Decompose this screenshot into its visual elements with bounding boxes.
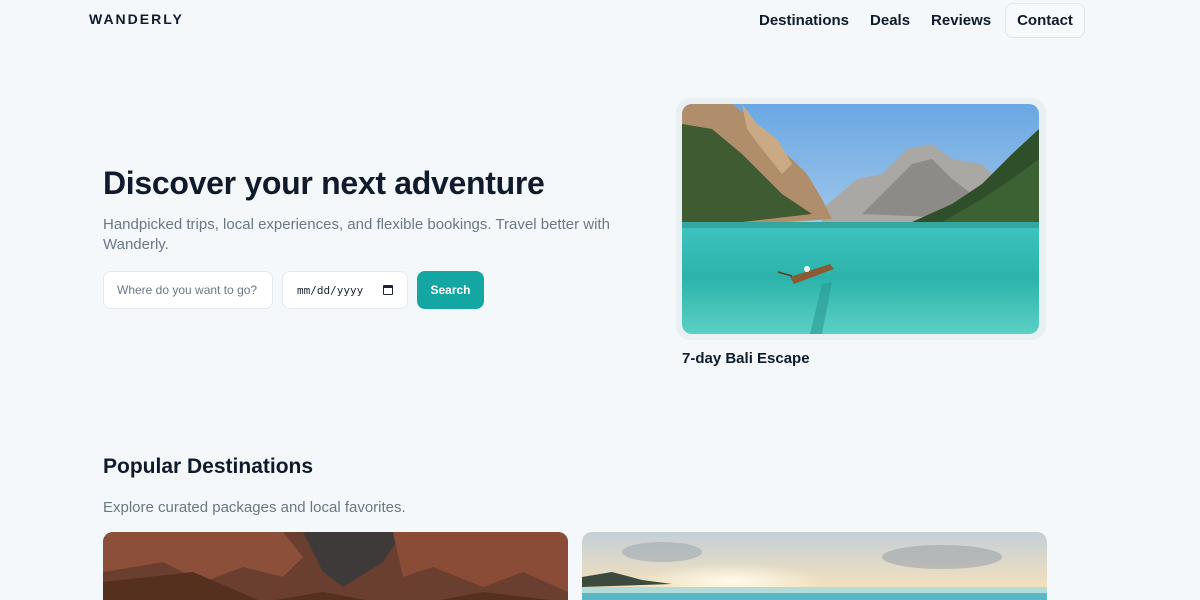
nav-link-reviews[interactable]: Reviews [924,12,991,29]
contact-button[interactable]: Contact [1005,2,1085,38]
beach-sunset-image [582,532,1047,600]
search-button[interactable]: Search [417,271,484,309]
mountain-lake-image [682,104,1039,334]
destination-placeholder: Where do you want to go? [117,283,258,297]
date-value: mm/dd/yyyy [297,283,364,297]
destination-input[interactable]: Where do you want to go? [103,271,273,309]
hero-title: Discover your next adventure [103,165,545,201]
nav-link-destinations[interactable]: Destinations [752,12,849,29]
destination-card[interactable] [582,532,1047,600]
red-canyon-image [103,532,568,600]
popular-subtitle: Explore curated packages and local favor… [103,499,406,516]
nav-link-deals[interactable]: Deals [863,12,910,29]
featured-image[interactable] [682,104,1039,334]
featured-caption[interactable]: 7-day Bali Escape [682,350,810,367]
top-nav: WANDERLY Destinations Deals Reviews Cont… [0,0,1200,40]
destination-card[interactable] [103,532,568,600]
popular-title: Popular Destinations [103,455,314,478]
search-bar: Where do you want to go? mm/dd/yyyy Sear… [103,271,484,309]
date-input[interactable]: mm/dd/yyyy [282,271,408,309]
brand-logo[interactable]: WANDERLY [89,11,184,27]
nav-links: Destinations Deals Reviews Contact [752,2,1085,38]
calendar-icon[interactable] [383,285,393,295]
hero-subtitle: Handpicked trips, local experiences, and… [103,216,610,253]
